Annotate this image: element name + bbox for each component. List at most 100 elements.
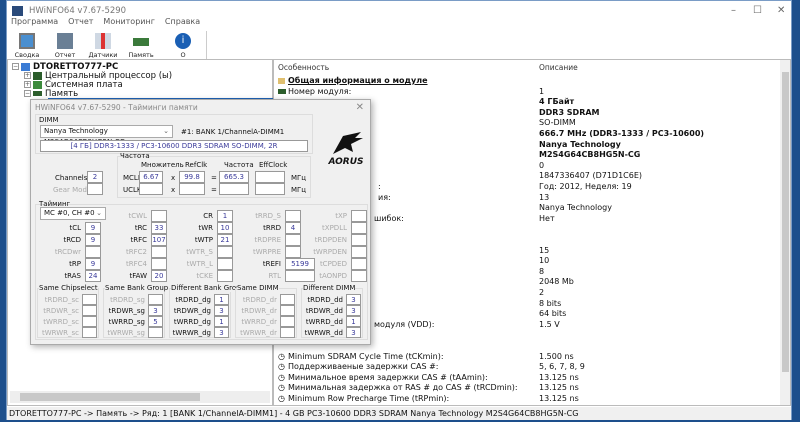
timing-value-twrrd_sc	[82, 316, 97, 327]
timing-label-tcke: tCKE	[196, 272, 213, 280]
detail-row[interactable]: ◷ Поддерживаеные задержки CAS #: 5, 6, 7, …	[274, 362, 774, 373]
clock-icon: ◷	[278, 394, 285, 403]
subgroup-title: Different DIMM	[303, 284, 356, 292]
timing-value-trcd: 9	[85, 234, 101, 246]
computer-icon	[21, 62, 30, 71]
timing-label-twtp: tWTP	[194, 236, 213, 244]
close-button[interactable]: ✕	[777, 5, 785, 16]
timing-label-trdrd_sg: tRDRD_sg	[110, 296, 145, 304]
memory-icon	[33, 91, 42, 96]
detail-row[interactable]: ◷ Минимальное время задержки CAS # (tAAmi…	[274, 373, 774, 384]
timing-value-twrrd_dd: 1	[346, 316, 361, 327]
uclk-multiplier	[139, 183, 163, 195]
scroll-thumb[interactable]	[782, 72, 789, 372]
timing-label-twrrd_sc: tWRRD_sc	[43, 318, 79, 326]
info-icon: i	[175, 33, 191, 49]
uclk-frequency	[219, 183, 249, 195]
timing-value-twrrd_dg: 1	[214, 316, 229, 327]
column-header-feature[interactable]: Особенность	[278, 63, 329, 72]
dimm-select[interactable]: Nanya Technology M2S4G64CB8HG5N-CG⌄	[40, 125, 173, 146]
menu-help[interactable]: Справка	[165, 17, 200, 26]
equals-sign: =	[211, 174, 217, 182]
timing-value-tcwl	[151, 210, 167, 222]
timing-label-taonpd: tAONPD	[319, 272, 347, 280]
timing-label-trdwr_dg: tRDWR_dg	[173, 307, 211, 315]
timing-label-trdpden: tRDPDEN	[314, 236, 347, 244]
timing-label-trcd: tRCD	[63, 236, 81, 244]
timing-value-twrwr_dg: 3	[214, 327, 229, 338]
timing-label-trdrd_sc: tRDRD_sc	[44, 296, 79, 304]
sensors-button[interactable]: Датчики	[85, 33, 121, 59]
detail-row[interactable]: ◷ Минимальная задержка от RAS # до CAS # …	[274, 383, 774, 394]
status-bar: DTORETTO777-PC -> Память -> Ряд: 1 [BANK…	[7, 407, 791, 420]
timing-label-cr: CR	[203, 212, 213, 220]
module-spec: [4 ГБ] DDR3-1333 / PC3-10600 DDR3 SDRAM …	[40, 140, 308, 152]
menu-report[interactable]: Отчет	[68, 17, 93, 26]
subgroup-title: Same Bank Group	[105, 284, 169, 292]
scroll-thumb[interactable]	[20, 393, 200, 401]
timing-value-tcke	[217, 270, 233, 282]
report-button[interactable]: Отчет	[47, 33, 83, 59]
timing-value-trfc2	[151, 246, 167, 258]
memory-button[interactable]: Память	[123, 33, 159, 59]
timing-value-twrwr_sg	[148, 327, 163, 338]
timing-label-trdrd_dg: tRDRD_dg	[175, 296, 211, 304]
timing-label-twrrd_sg: tWRRD_sg	[108, 318, 145, 326]
maximize-button[interactable]: ☐	[753, 5, 762, 16]
detail-row[interactable]: ◷ Minimum Row Precharge Time (tRPmin): 13.…	[274, 394, 774, 405]
timing-label-trdrd_dr: tRDRD_dr	[242, 296, 277, 304]
timing-label-twrrd_dd: tWRRD_dd	[305, 318, 343, 326]
timing-value-twtr_l	[217, 258, 233, 270]
detail-row[interactable]: Номер модуля: 1	[274, 87, 774, 98]
timing-value-trp: 9	[85, 258, 101, 270]
minimize-button[interactable]: –	[731, 5, 736, 16]
dialog-close-button[interactable]: ✕	[356, 102, 364, 113]
timing-value-trdwr_sc	[82, 305, 97, 316]
timing-value-twtr_s	[217, 246, 233, 258]
menu-monitoring[interactable]: Мониторинг	[103, 17, 155, 26]
timing-value-trfc: 107	[151, 234, 167, 246]
times-sign: x	[171, 186, 176, 194]
mclk-unit: МГц	[291, 174, 307, 182]
clock-icon: ◷	[278, 351, 285, 361]
timing-label-twrwr_sg: tWRWR_sg	[107, 329, 145, 337]
clock-icon: ◷	[278, 383, 285, 393]
monitor-icon	[19, 33, 35, 49]
horizontal-scrollbar[interactable]	[10, 391, 270, 403]
summary-button[interactable]: Сводка	[9, 33, 45, 59]
column-header-description[interactable]: Описание	[539, 63, 578, 72]
timing-value-trdrd_dr	[280, 294, 295, 305]
menu-program[interactable]: Программа	[11, 17, 58, 26]
app-icon	[12, 6, 23, 16]
subgroup-title: Same DIMM	[237, 284, 279, 292]
channel-select[interactable]: MC #0, CH #0 ⌄	[40, 207, 106, 220]
timing-label-trfc: tRFC	[130, 236, 147, 244]
vertical-scrollbar[interactable]	[780, 60, 790, 405]
timing-label-trfc2: tRFC2	[126, 248, 147, 256]
timing-value-twtp: 21	[217, 234, 233, 246]
aorus-logo: AORUS	[323, 130, 369, 167]
timing-label-trfc4: tRFC4	[126, 260, 147, 268]
timing-value-tcl: 9	[85, 222, 101, 234]
svg-text:AORUS: AORUS	[327, 157, 363, 166]
memory-timings-dialog: HWiNFO64 v7.67-5290 - Тайминги памяти ✕ …	[30, 99, 371, 345]
memory-icon	[278, 88, 286, 94]
window-title: HWiNFO64 v7.67-5290	[29, 6, 127, 16]
clock-icon: ◷	[278, 372, 285, 382]
timing-label-twrwr_sc: tWRWR_sc	[41, 329, 79, 337]
dialog-title: HWiNFO64 v7.67-5290 - Тайминги памяти	[35, 103, 198, 112]
detail-row[interactable]: ◷ Minimum SDRAM Cycle Time (tCKmin): 1.500…	[274, 352, 774, 363]
detail-row[interactable]: Общая информация о модуле	[274, 76, 774, 87]
timing-value-trrd_s	[285, 210, 301, 222]
subgroup-title: Same Chipselect	[39, 284, 98, 292]
motherboard-icon	[33, 80, 42, 89]
timing-label-trdpre: tRDPRE	[254, 236, 281, 244]
effclock-header: EffClock	[259, 161, 288, 169]
timing-value-tcpded	[351, 258, 367, 270]
timing-label-twrrd_dg: tWRRD_dg	[173, 318, 211, 326]
refclk-header: RefClk	[185, 161, 208, 169]
mclk-refclk: 99.8	[179, 171, 205, 183]
uclk-effclock	[255, 183, 285, 195]
timing-value-trdpre	[285, 234, 301, 246]
menu-bar: Программа Отчет Мониторинг Справка	[7, 17, 206, 31]
